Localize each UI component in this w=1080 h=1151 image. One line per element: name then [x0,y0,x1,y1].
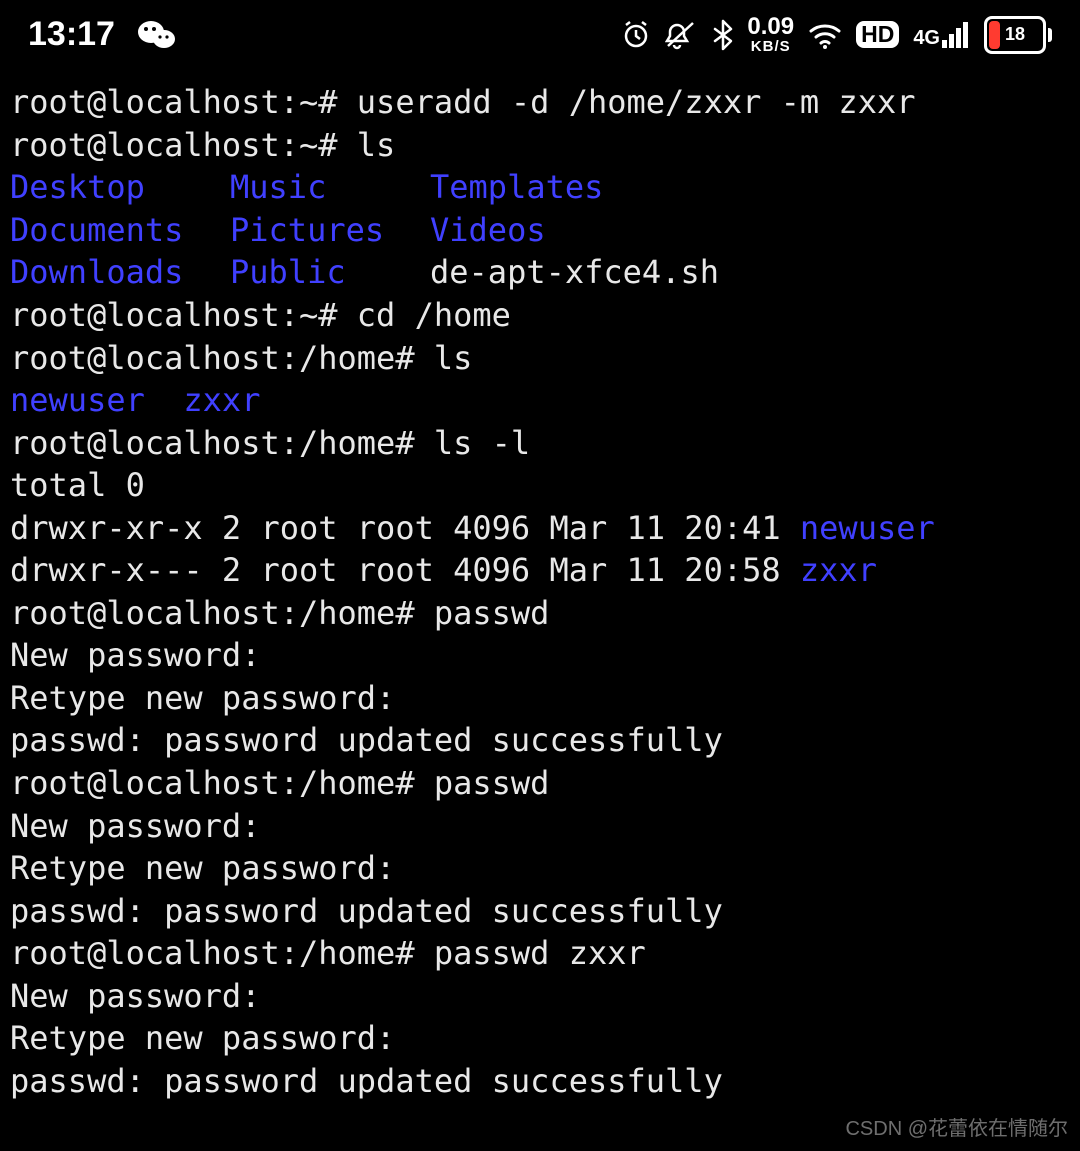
command-text: ls [434,339,473,377]
output-text: New password: [10,807,260,845]
watermark-text: CSDN @花蕾依在情随尔 [845,1116,1068,1143]
file-meta: drwxr-x--- 2 root root 4096 Mar 11 20:58 [10,551,800,589]
directory-name: Documents [10,209,230,252]
network-speed-value: 0.09 [747,15,794,39]
prompt: root@localhost:/home# [10,594,415,632]
directory-name: Public [230,251,430,294]
network-gen-label: 4G [913,28,940,48]
directory-name: Templates [430,168,603,206]
prompt: root@localhost:~# [10,126,338,164]
command-text: cd /home [357,296,511,334]
status-bar-left: 13:17 [28,12,177,57]
prompt: root@localhost:/home# [10,339,415,377]
directory-name: Downloads [10,251,230,294]
network-speed-unit: KB/S [751,39,791,54]
prompt: root@localhost:/home# [10,424,415,462]
directory-name: zxxr [183,381,260,419]
command-text: ls [357,126,396,164]
directory-name: Pictures [230,209,430,252]
status-bar-right: 0.09 KB/S HD 4G 18 [621,15,1052,54]
mute-icon [665,20,699,50]
output-text: New password: [10,977,260,1015]
wechat-icon [137,18,177,52]
battery-fill [989,21,1000,49]
directory-name: Music [230,166,430,209]
output-text: passwd: password updated successfully [10,721,723,759]
output-text: passwd: password updated successfully [10,1062,723,1100]
prompt: root@localhost:~# [10,83,338,121]
status-bar: 13:17 0.09 KB/S HD 4G 18 [0,0,1080,81]
prompt: root@localhost:/home# [10,934,415,972]
output-text: Retype new password: [10,679,395,717]
directory-name: Desktop [10,166,230,209]
command-text: useradd -d /home/zxxr -m zxxr [357,83,916,121]
bluetooth-icon [713,19,733,51]
hd-badge: HD [856,21,899,48]
output-text: total 0 [10,466,145,504]
alarm-icon [621,20,651,50]
network-speed-indicator: 0.09 KB/S [747,15,794,54]
command-text: ls -l [434,424,530,462]
battery-indicator: 18 [984,16,1052,54]
output-text: passwd: password updated successfully [10,892,723,930]
signal-bars-icon [942,22,970,48]
prompt: root@localhost:~# [10,296,338,334]
directory-name: Videos [430,211,546,249]
clock-text: 13:17 [28,12,115,57]
prompt: root@localhost:/home# [10,764,415,802]
wifi-icon [808,21,842,49]
file-name: de-apt-xfce4.sh [430,253,719,291]
command-text: passwd [434,764,550,802]
output-text: Retype new password: [10,849,395,887]
command-text: passwd [434,594,550,632]
output-text: New password: [10,636,260,674]
file-meta: drwxr-xr-x 2 root root 4096 Mar 11 20:41 [10,509,800,547]
output-text: Retype new password: [10,1019,395,1057]
command-text: passwd zxxr [434,934,646,972]
battery-percent-text: 18 [1005,23,1025,47]
terminal-output[interactable]: root@localhost:~# useradd -d /home/zxxr … [0,81,1080,1102]
directory-name: newuser [10,381,145,419]
directory-name: zxxr [800,551,877,589]
directory-name: newuser [800,509,935,547]
cellular-indicator: 4G [913,22,970,48]
